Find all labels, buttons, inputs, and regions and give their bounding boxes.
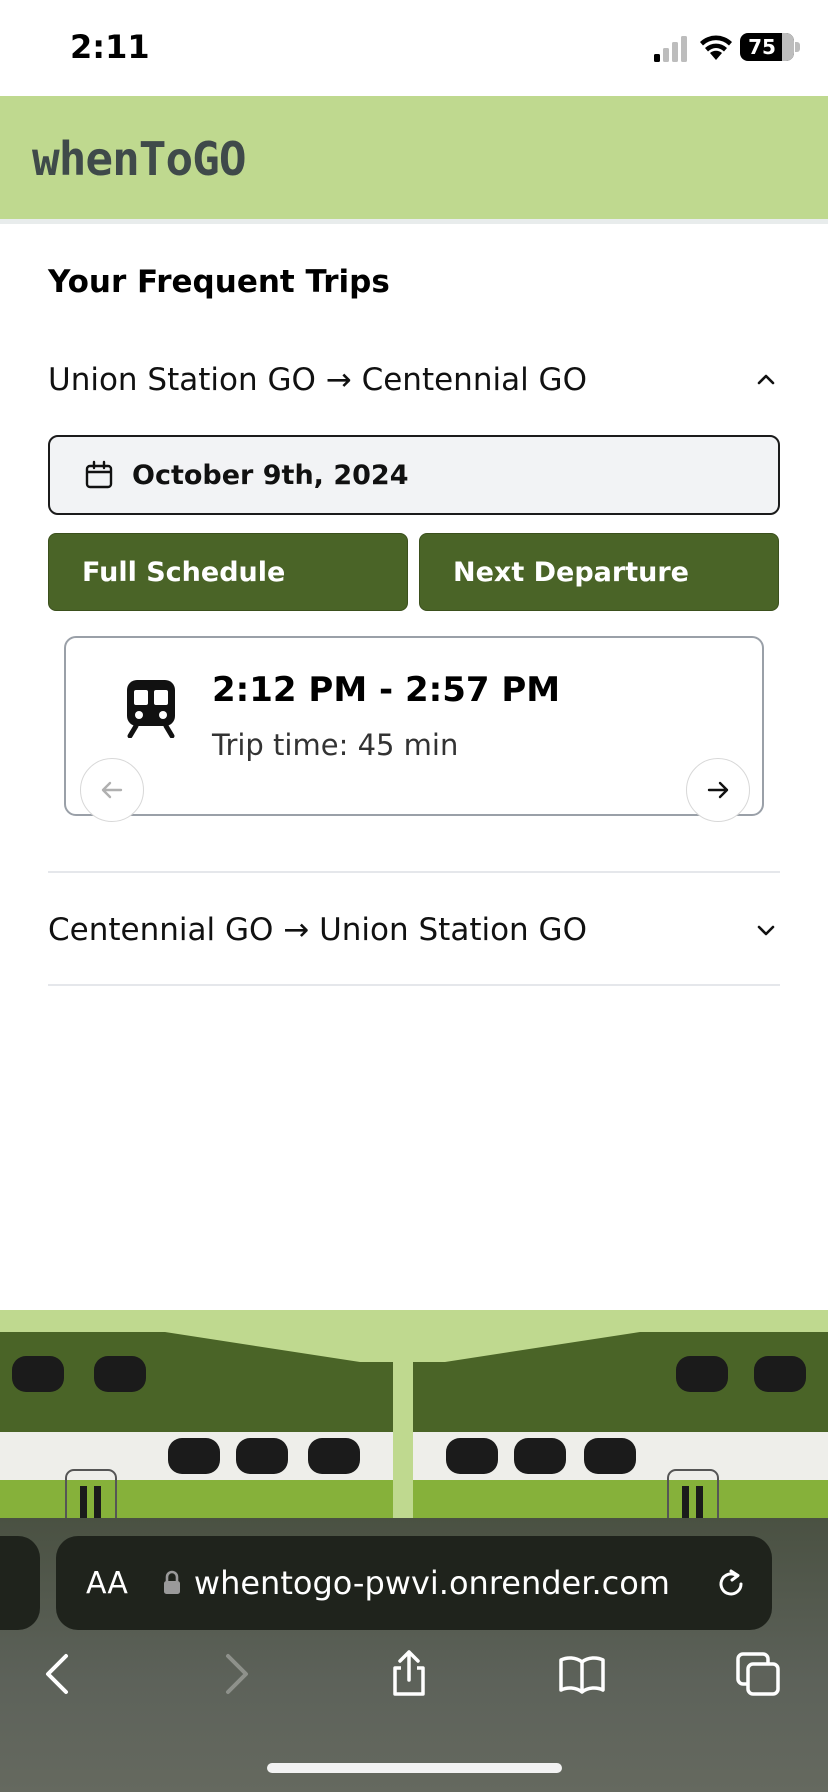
tabs-icon[interactable] bbox=[734, 1650, 782, 1698]
previous-tab-preview[interactable] bbox=[0, 1536, 40, 1630]
previous-departure-button[interactable] bbox=[80, 758, 144, 822]
divider bbox=[48, 984, 780, 986]
chevron-up-icon bbox=[757, 374, 775, 385]
section-title: Your Frequent Trips bbox=[48, 264, 390, 300]
arrow-left-icon bbox=[101, 781, 123, 799]
battery-tip bbox=[795, 42, 800, 52]
status-bar: 2:11 75 bbox=[0, 0, 828, 96]
trip-route-label: Centennial GO → Union Station GO bbox=[48, 912, 587, 948]
train-illustration bbox=[0, 1310, 828, 1520]
status-time: 2:11 bbox=[70, 28, 150, 66]
cellular-signal-icon bbox=[654, 36, 687, 62]
date-picker[interactable]: October 9th, 2024 bbox=[48, 435, 780, 515]
share-icon[interactable] bbox=[385, 1650, 433, 1698]
next-departure-arrow-button[interactable] bbox=[686, 758, 750, 822]
selected-date: October 9th, 2024 bbox=[132, 459, 409, 491]
reader-settings-button[interactable]: AA bbox=[86, 1566, 128, 1601]
trip-duration: Trip time: 45 min bbox=[212, 728, 459, 762]
arrow-right-icon bbox=[707, 781, 729, 799]
divider bbox=[48, 871, 780, 873]
trip-accordion-header-1[interactable]: Union Station GO → Centennial GO bbox=[48, 350, 780, 410]
back-icon[interactable] bbox=[34, 1650, 82, 1698]
next-departure-button[interactable]: Next Departure bbox=[419, 533, 779, 611]
calendar-icon bbox=[85, 460, 113, 489]
departure-time-range: 2:12 PM - 2:57 PM bbox=[212, 670, 561, 710]
chevron-down-icon bbox=[757, 925, 775, 936]
bookmarks-icon[interactable] bbox=[558, 1650, 606, 1698]
full-schedule-button[interactable]: Full Schedule bbox=[48, 533, 408, 611]
reload-icon[interactable] bbox=[714, 1567, 748, 1601]
departure-card: 2:12 PM - 2:57 PM Trip time: 45 min bbox=[64, 636, 764, 822]
wifi-icon bbox=[700, 35, 732, 60]
trip-accordion-header-2[interactable]: Centennial GO → Union Station GO bbox=[48, 900, 780, 960]
app-logo[interactable]: whenToGO bbox=[32, 132, 247, 186]
url-text: whentogo-pwvi.onrender.com bbox=[193, 1564, 670, 1602]
trip-route-label: Union Station GO → Centennial GO bbox=[48, 362, 587, 398]
train-icon bbox=[127, 680, 175, 738]
home-indicator bbox=[267, 1763, 562, 1773]
forward-icon[interactable] bbox=[212, 1650, 260, 1698]
battery-level: 75 bbox=[748, 35, 776, 59]
app-header: whenToGO bbox=[0, 96, 828, 224]
lock-icon bbox=[163, 1570, 180, 1594]
battery-icon: 75 bbox=[740, 33, 794, 61]
address-bar[interactable]: AA whentogo-pwvi.onrender.com bbox=[56, 1536, 772, 1630]
